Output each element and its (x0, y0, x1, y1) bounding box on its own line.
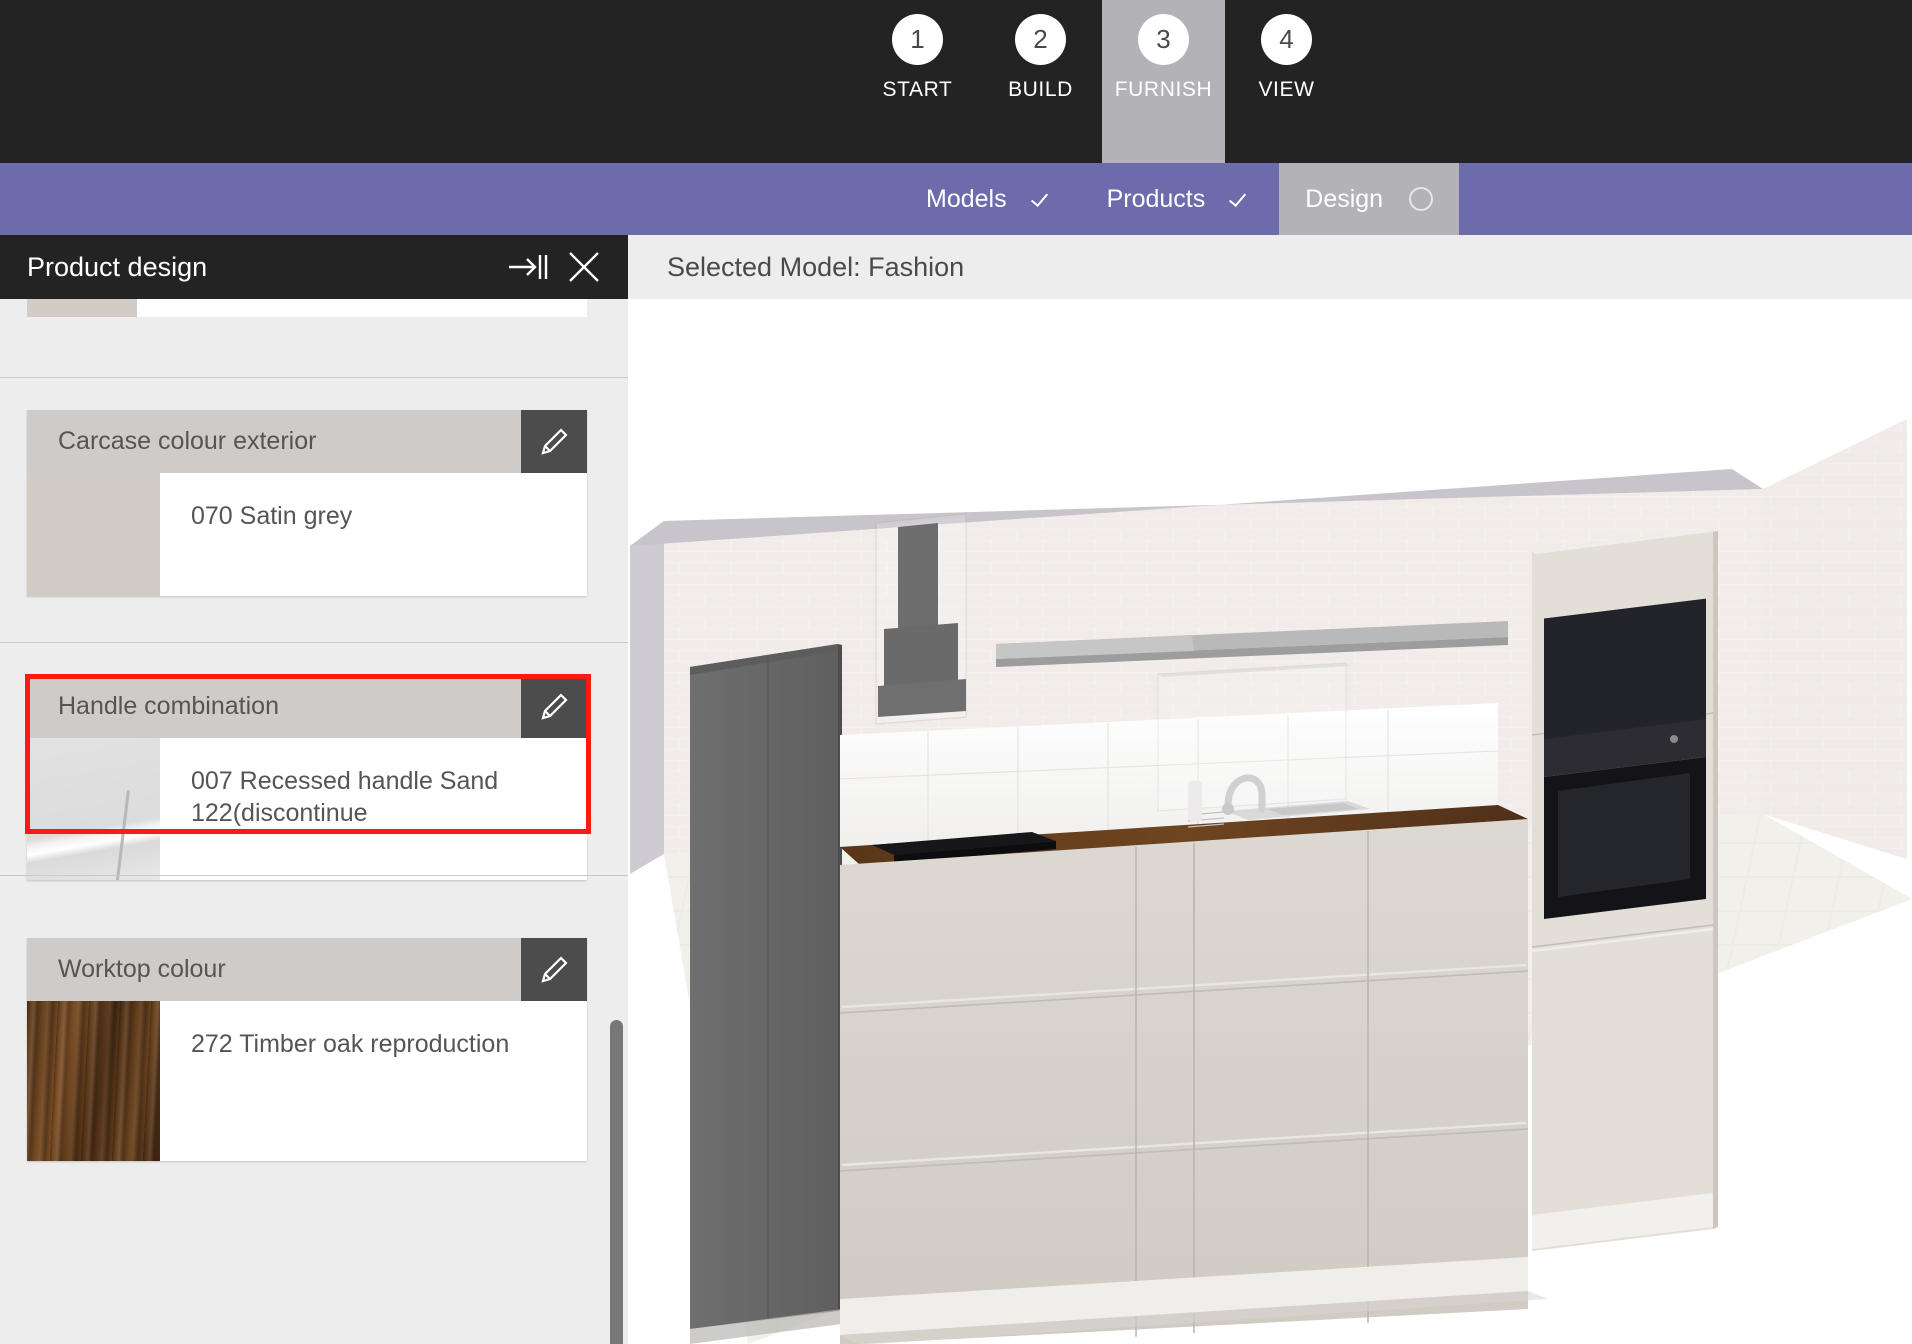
step-number: 3 (1138, 14, 1189, 65)
step-label: START (883, 78, 953, 102)
divider (0, 875, 628, 876)
partial-card-above (27, 299, 587, 317)
pencil-icon[interactable] (521, 675, 587, 738)
step-view[interactable]: 4 VIEW (1225, 0, 1348, 163)
tab-products[interactable]: Products (1081, 163, 1280, 235)
card-body: 070 Satin grey (27, 473, 587, 596)
main-content: Selected Model: Fashion (628, 235, 1912, 1344)
colour-swatch (27, 1001, 160, 1161)
tab-label: Models (926, 185, 1007, 214)
sub-navigation-bar: Models Products Design (0, 163, 1912, 235)
card-label: Carcase colour exterior (27, 410, 521, 473)
page-title: Product design (27, 252, 500, 283)
card-body: 272 Timber oak reproduction (27, 1001, 587, 1161)
step-label: BUILD (1008, 78, 1073, 102)
tab-design[interactable]: Design (1279, 163, 1459, 235)
selected-model-bar: Selected Model: Fashion (628, 235, 1912, 299)
step-label: FURNISH (1115, 78, 1213, 102)
circle-icon (1409, 187, 1433, 211)
pencil-icon[interactable] (521, 410, 587, 473)
divider (0, 377, 628, 378)
pencil-icon[interactable] (521, 938, 587, 1001)
collapse-right-icon[interactable] (500, 239, 556, 295)
card-worktop-colour[interactable]: Worktop colour 272 Timber oak reproducti… (27, 938, 587, 1161)
panel-scrollbar-thumb[interactable] (610, 1020, 623, 1344)
panel-scroll-body: Carcase colour exterior 070 Satin grey H… (0, 299, 628, 1344)
card-header: Worktop colour (27, 938, 587, 1001)
card-handle-combination[interactable]: Handle combination 007 Recessed handle S… (27, 675, 587, 880)
step-label: VIEW (1258, 78, 1314, 102)
card-body: 007 Recessed handle Sand 122(discontinue (27, 738, 587, 880)
kitchen-3d-viewport[interactable] (628, 299, 1912, 1344)
card-label: Worktop colour (27, 938, 521, 1001)
colour-swatch (27, 473, 160, 596)
tabs-container: Models Products Design (900, 163, 1459, 235)
close-icon[interactable] (556, 239, 612, 295)
check-icon (1231, 188, 1253, 210)
step-build[interactable]: 2 BUILD (979, 0, 1102, 163)
step-number: 2 (1015, 14, 1066, 65)
tab-models[interactable]: Models (900, 163, 1081, 235)
card-value: 272 Timber oak reproduction (160, 1001, 587, 1161)
step-number: 4 (1261, 14, 1312, 65)
card-header: Carcase colour exterior (27, 410, 587, 473)
selected-model-label: Selected Model: Fashion (667, 252, 964, 283)
card-value: 007 Recessed handle Sand 122(discontinue (160, 738, 587, 880)
step-start[interactable]: 1 START (856, 0, 979, 163)
product-design-panel: Product design Carcase colo (0, 235, 628, 1344)
tab-label: Products (1107, 185, 1206, 214)
swatch-text (137, 299, 587, 317)
tab-label: Design (1305, 185, 1383, 214)
panel-scrollbar-track[interactable] (608, 299, 628, 1344)
divider (0, 642, 628, 643)
card-value: 070 Satin grey (160, 473, 587, 596)
handle-preview-image (27, 738, 160, 880)
check-icon (1033, 188, 1055, 210)
step-navigation-bar: 1 START 2 BUILD 3 FURNISH 4 VIEW (0, 0, 1912, 163)
card-label: Handle combination (27, 675, 521, 738)
steps-container: 1 START 2 BUILD 3 FURNISH 4 VIEW (856, 0, 1348, 163)
swatch (27, 299, 137, 317)
step-number: 1 (892, 14, 943, 65)
card-header: Handle combination (27, 675, 587, 738)
panel-header: Product design (0, 235, 628, 299)
card-carcase-colour-exterior[interactable]: Carcase colour exterior 070 Satin grey (27, 410, 587, 596)
step-furnish[interactable]: 3 FURNISH (1102, 0, 1225, 163)
